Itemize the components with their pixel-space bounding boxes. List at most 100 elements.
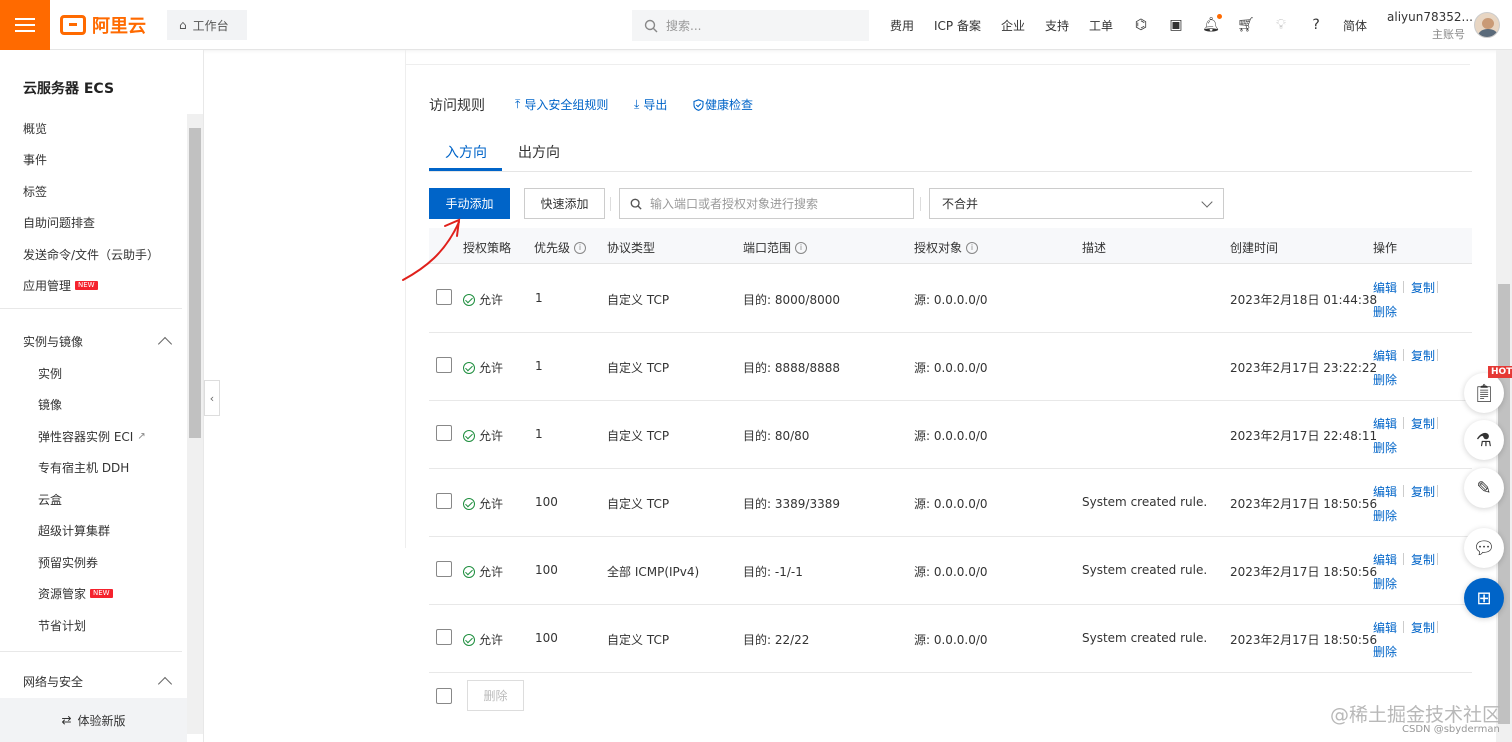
nav-icp[interactable]: ICP 备案 [934, 17, 981, 34]
edit-link[interactable]: 编辑 [1373, 551, 1397, 568]
tab-outbound[interactable]: 出方向 [518, 142, 560, 162]
sidebar-item-events[interactable]: 事件 [23, 151, 47, 168]
table-row: 允许 100 自定义 TCP 目的: 22/22 源: 0.0.0.0/0 System … [429, 605, 1472, 673]
copy-link[interactable]: 复制 [1411, 279, 1435, 296]
policy-text: 允许 [479, 429, 504, 443]
nav-ticket[interactable]: 工单 [1089, 17, 1113, 34]
sidebar-item-cloud-assistant[interactable]: 发送命令/文件（云助手） [23, 246, 159, 263]
edit-icon[interactable]: ✎ [1464, 468, 1504, 508]
copy-link[interactable]: 复制 [1411, 483, 1435, 500]
chevron-up-icon[interactable] [157, 676, 173, 692]
content-divider [405, 50, 406, 548]
try-new-version-button[interactable]: ⇄ 体验新版 [0, 698, 187, 742]
delete-link[interactable]: 删除 [1373, 303, 1397, 320]
edit-link[interactable]: 编辑 [1373, 415, 1397, 432]
export-link[interactable]: ⤓ 导出 [634, 96, 667, 113]
rule-search-input[interactable]: 输入端口或者授权对象进行搜索 [619, 188, 914, 219]
language-switch[interactable]: 简体 [1343, 17, 1367, 34]
sidebar-item-eci[interactable]: 弹性容器实例 ECI ↗ [38, 428, 146, 445]
sidebar-item-troubleshoot[interactable]: 自助问题排查 [23, 214, 95, 231]
sidebar-item-tags[interactable]: 标签 [23, 183, 47, 200]
scrollbar-thumb[interactable] [1498, 284, 1510, 724]
account-info[interactable]: aliyun78352... 主账号 [1387, 10, 1473, 42]
sidebar-item-overview[interactable]: 概览 [23, 120, 47, 137]
avatar[interactable] [1474, 12, 1500, 38]
external-link-icon: ↗ [137, 431, 146, 442]
row-checkbox[interactable] [436, 493, 452, 509]
sidebar-item-reserved-instance[interactable]: 预留实例券 [38, 554, 98, 571]
search-input[interactable]: 搜索... [632, 10, 869, 41]
copy-link[interactable]: 复制 [1411, 551, 1435, 568]
row-checkbox[interactable] [436, 357, 452, 373]
edit-link[interactable]: 编辑 [1373, 347, 1397, 364]
sidebar-item-cloud-box[interactable]: 云盒 [38, 491, 62, 508]
sidebar-scrollbar[interactable] [187, 114, 203, 734]
row-checkbox[interactable] [436, 289, 452, 305]
nav-support[interactable]: 支持 [1045, 17, 1069, 34]
delete-link[interactable]: 删除 [1373, 507, 1397, 524]
quick-add-button[interactable]: 快速添加 [524, 188, 605, 219]
nav-fee[interactable]: 费用 [890, 17, 914, 34]
code-icon[interactable]: ⌬ [1133, 17, 1149, 33]
sidebar-item-image[interactable]: 镜像 [38, 396, 62, 413]
chevron-up-icon[interactable] [157, 336, 173, 352]
sidebar-item-super-computing[interactable]: 超级计算集群 [38, 522, 110, 539]
flask-icon[interactable]: ⚗︎ [1464, 420, 1504, 460]
help-icon[interactable]: ? [1308, 17, 1324, 33]
row-checkbox[interactable] [436, 425, 452, 441]
clipboard-icon[interactable]: 📋︎ [1464, 373, 1504, 413]
chat-icon[interactable]: 💬︎ [1464, 528, 1504, 568]
nav-enterprise[interactable]: 企业 [1001, 17, 1025, 34]
workbench-button[interactable]: ⌂ 工作台 [167, 10, 247, 40]
toolbar-separator [610, 197, 611, 211]
delete-link[interactable]: 删除 [1373, 575, 1397, 592]
sidebar-group-instances-images[interactable]: 实例与镜像 [23, 333, 83, 350]
info-icon[interactable]: i [574, 241, 587, 254]
copy-link[interactable]: 复制 [1411, 347, 1435, 364]
sidebar-group-network-security[interactable]: 网络与安全 [23, 673, 83, 690]
bell-icon[interactable]: 🔔︎ [1202, 14, 1223, 33]
action-separator [1403, 553, 1404, 565]
cart-icon[interactable]: 🛒︎ [1237, 17, 1255, 33]
edit-link[interactable]: 编辑 [1373, 483, 1397, 500]
import-rules-link[interactable]: ⤒ 导入安全组规则 [515, 96, 608, 113]
collapse-sidebar-button[interactable]: ‹ [204, 380, 220, 416]
row-checkbox[interactable] [436, 629, 452, 645]
aliyun-logo[interactable]: 阿里云 [60, 12, 146, 38]
merge-select[interactable]: 不合并 [929, 188, 1224, 219]
health-check-link[interactable]: 健康检查 [693, 96, 753, 113]
delete-link[interactable]: 删除 [1373, 439, 1397, 456]
check-circle-icon [463, 361, 475, 374]
info-icon[interactable]: i [966, 241, 979, 254]
table-row: 允许 1 自定义 TCP 目的: 8000/8000 源: 0.0.0.0/0 2023年… [429, 265, 1472, 333]
annotation-arrow-icon [402, 218, 461, 281]
sidebar-item-savings-plan[interactable]: 节省计划 [38, 617, 86, 634]
select-all-checkbox[interactable] [436, 688, 452, 704]
info-icon[interactable]: i [795, 241, 808, 254]
lightbulb-icon[interactable]: 💡︎ [1273, 17, 1289, 33]
copy-link[interactable]: 复制 [1411, 619, 1435, 636]
swap-icon: ⇄ [61, 713, 72, 727]
tab-inbound[interactable]: 入方向 [445, 142, 487, 162]
policy-cell: 允许 [463, 427, 503, 444]
delete-link[interactable]: 删除 [1373, 643, 1397, 660]
home-icon: ⌂ [179, 18, 187, 32]
sidebar-item-app-management[interactable]: 应用管理 NEW [23, 277, 98, 294]
apps-icon[interactable]: ⊞ [1464, 578, 1504, 618]
sidebar-item-ddh[interactable]: 专有宿主机 DDH [38, 459, 129, 476]
protocol-cell: 自定义 TCP [607, 633, 670, 647]
terminal-icon[interactable]: ▣ [1168, 17, 1184, 33]
delete-link[interactable]: 删除 [1373, 371, 1397, 388]
sidebar-item-label: 资源管家 [38, 587, 87, 601]
sidebar-group-label: 网络与安全 [23, 675, 84, 689]
edit-link[interactable]: 编辑 [1373, 279, 1397, 296]
menu-icon[interactable] [0, 0, 50, 50]
sidebar-item-resource-manager[interactable]: 资源管家 NEW [38, 585, 113, 602]
sidebar-divider [0, 651, 182, 652]
copy-link[interactable]: 复制 [1411, 415, 1435, 432]
sidebar-item-instance[interactable]: 实例 [38, 365, 62, 382]
scrollbar-thumb[interactable] [189, 128, 201, 438]
edit-link[interactable]: 编辑 [1373, 619, 1397, 636]
download-icon: ⤓ [634, 97, 640, 111]
row-checkbox[interactable] [436, 561, 452, 577]
